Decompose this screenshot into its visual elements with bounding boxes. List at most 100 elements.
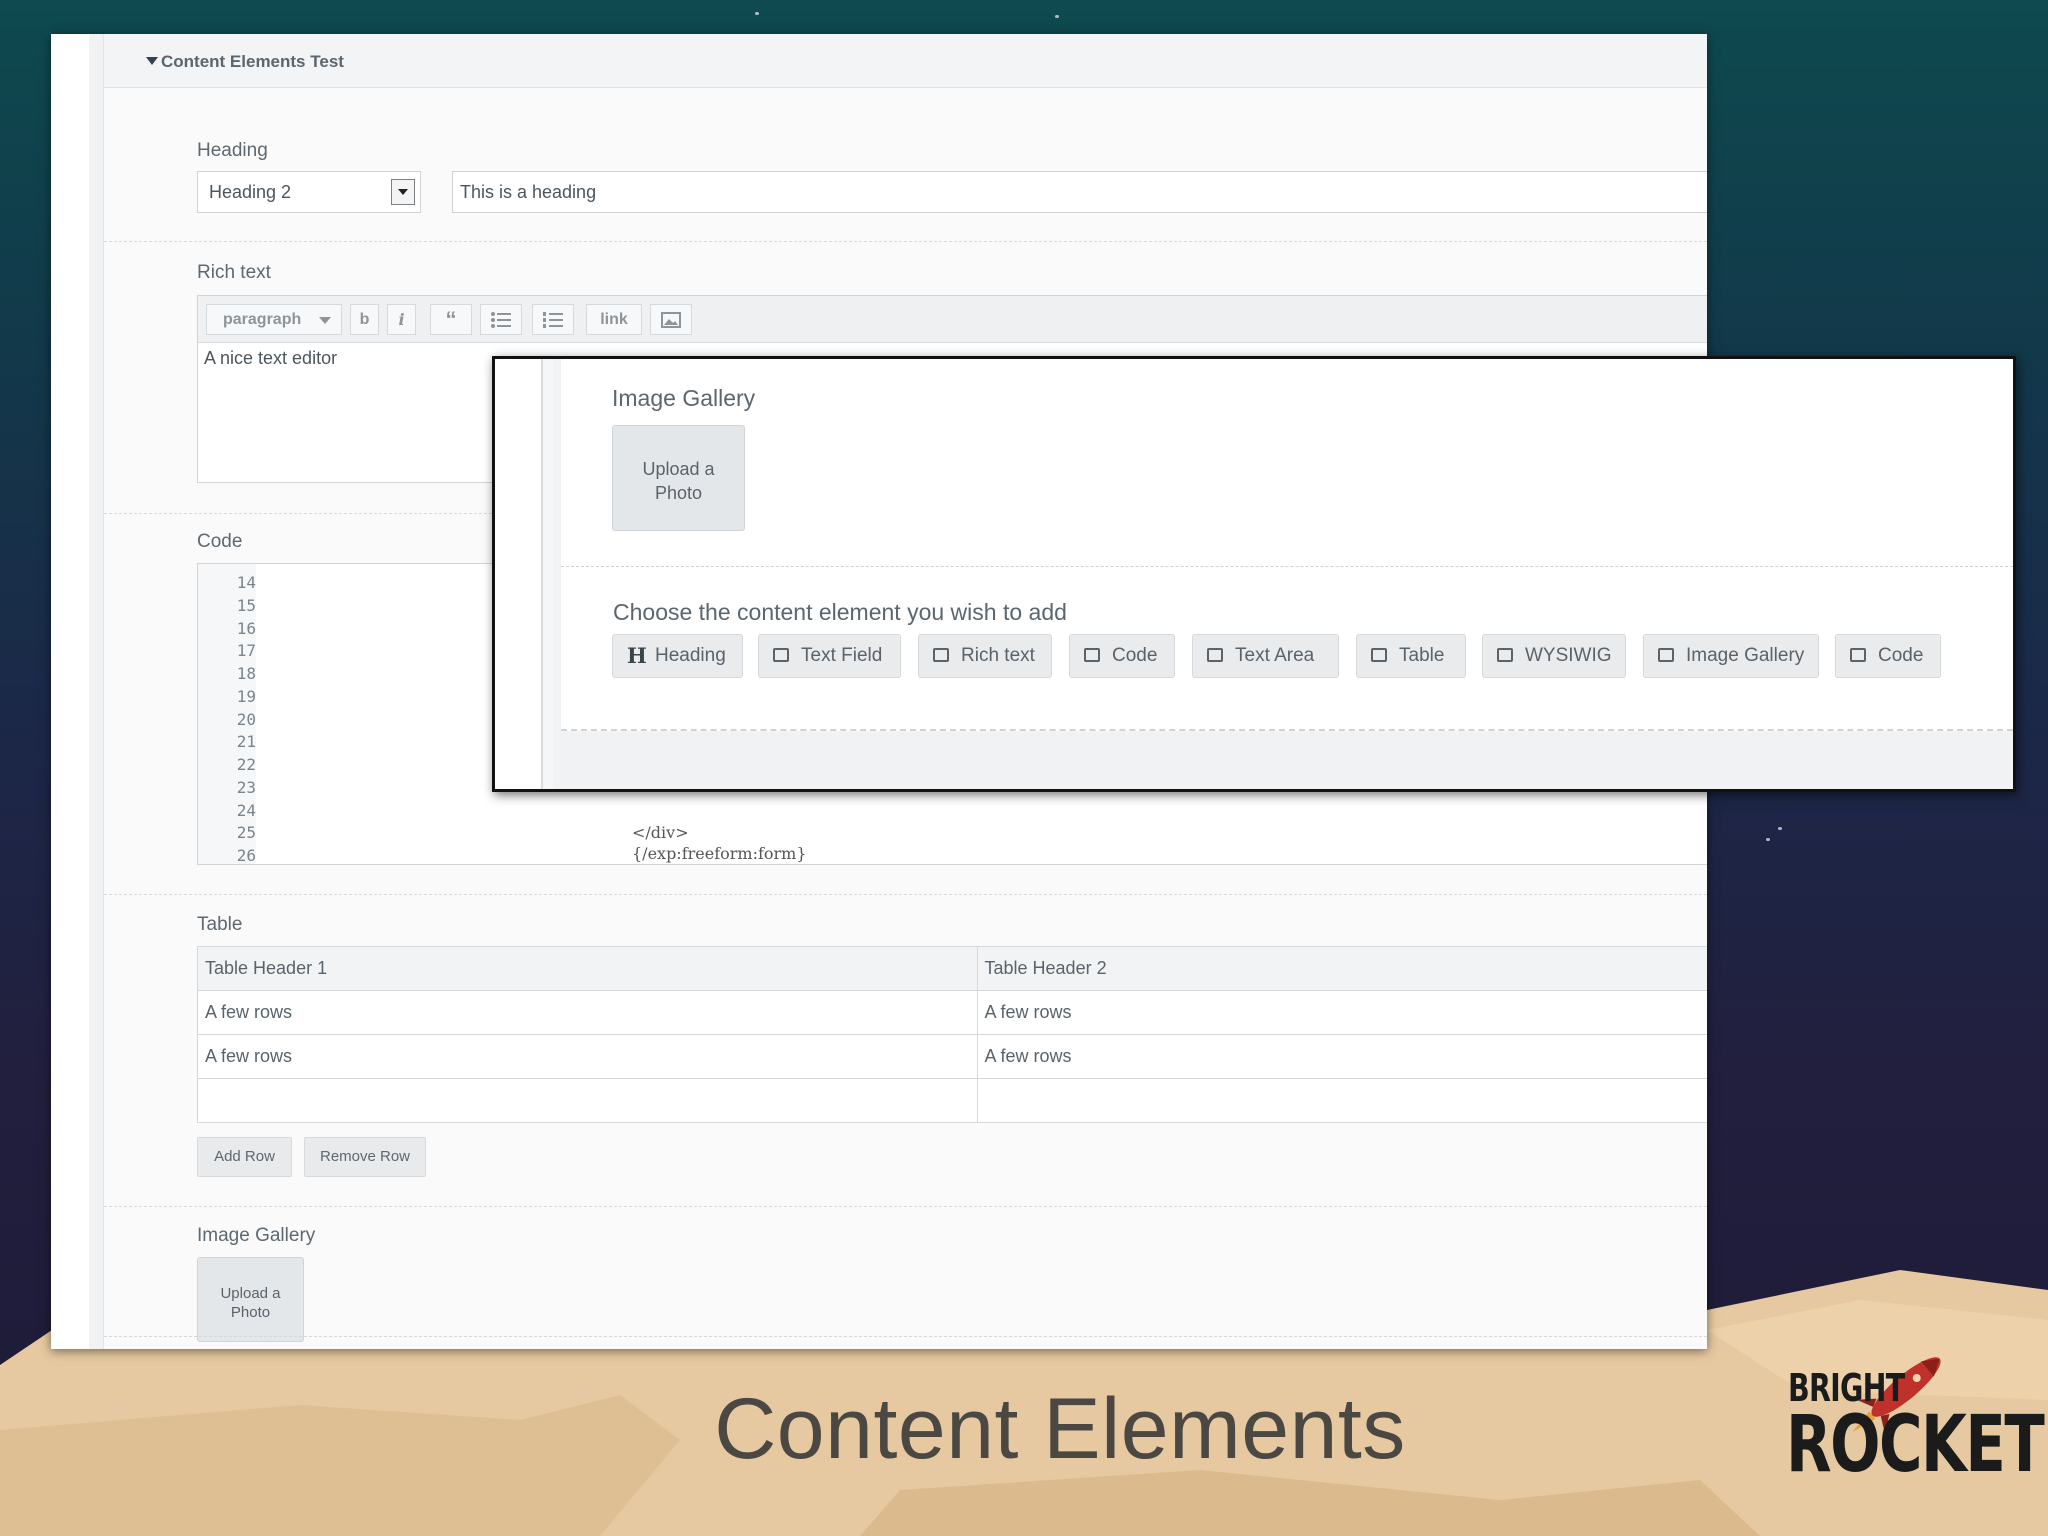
slide-title: Content Elements <box>714 1381 1406 1477</box>
table-icon <box>1371 648 1387 662</box>
remove-row-button[interactable]: Remove Row <box>304 1137 426 1177</box>
separator <box>561 566 2013 567</box>
add-table-button[interactable]: Table <box>1356 634 1466 678</box>
add-wysiwyg-button[interactable]: WYSIWIG <box>1482 634 1626 678</box>
numbered-list-button[interactable] <box>532 304 574 335</box>
wysiwyg-icon <box>1497 648 1513 662</box>
zoom-gutter <box>495 359 543 789</box>
heading-text-value: This is a heading <box>460 182 597 202</box>
italic-button[interactable]: i <box>387 304 416 335</box>
logo-text-rocket: ROCKET <box>1786 1400 2045 1490</box>
bullet-list-icon <box>491 312 511 328</box>
separator <box>104 1206 1707 1207</box>
link-label: link <box>600 311 628 328</box>
add-image-gallery-button[interactable]: Image Gallery <box>1643 634 1819 678</box>
format-dropdown[interactable]: paragraph <box>206 304 342 335</box>
rich-text-toolbar: paragraph b i “ link <box>198 296 1707 343</box>
add-wysiwyg-label: WYSIWIG <box>1525 645 1612 666</box>
quote-icon: “ <box>445 307 457 332</box>
add-code-label: Code <box>1878 645 1924 666</box>
table-cell[interactable]: A few rows <box>197 990 978 1035</box>
zoom-upload-photo-button[interactable]: Upload a Photo <box>612 425 745 531</box>
table-row <box>197 1078 1707 1123</box>
numbered-list-icon <box>543 312 563 328</box>
image-icon <box>661 312 681 328</box>
bold-icon: b <box>359 311 370 328</box>
add-text-area-label: Text Area <box>1235 645 1315 666</box>
table-cell[interactable]: A few rows <box>976 990 1707 1035</box>
upload-photo-button[interactable]: Upload a Photo <box>197 1257 304 1342</box>
add-text-field-label: Text Field <box>801 645 883 666</box>
table-cell[interactable] <box>976 1078 1707 1123</box>
heading-label: Heading <box>197 140 268 161</box>
line-number: 17 <box>236 641 256 660</box>
separator <box>104 241 1707 242</box>
bright-rocket-logo: BRIGHT ROCKET <box>1786 1332 2045 1492</box>
add-text-field-button[interactable]: Text Field <box>758 634 901 678</box>
chevron-down-icon <box>319 317 331 324</box>
code-icon <box>1850 648 1866 662</box>
heading-icon: H <box>627 643 647 668</box>
format-dropdown-value: paragraph <box>223 311 302 328</box>
table-header-cell[interactable]: Table Header 1 <box>197 946 978 991</box>
zoom-callout: Image Gallery Upload a Photo Choose the … <box>492 356 2016 792</box>
heading-level-value: Heading 2 <box>209 182 292 202</box>
code-label: Code <box>197 531 243 552</box>
line-number: 16 <box>236 619 256 638</box>
code-line: </div> <box>632 823 689 842</box>
upload-photo-label: Upload a <box>220 1285 281 1302</box>
line-number: 15 <box>236 596 256 615</box>
line-number: 25 <box>236 823 256 842</box>
line-number: 20 <box>236 710 256 729</box>
upload-photo-label: Photo <box>654 483 703 503</box>
heading-text-input[interactable]: This is a heading <box>452 171 1707 213</box>
table-row: A few rows A few rows <box>197 1034 1707 1079</box>
add-image-gallery-label: Image Gallery <box>1686 645 1805 666</box>
table-cell[interactable] <box>197 1078 978 1123</box>
add-code-button[interactable]: Code <box>1069 634 1175 678</box>
table-cell[interactable]: A few rows <box>197 1034 978 1079</box>
text-area-icon <box>1207 648 1223 662</box>
code-icon <box>1084 648 1100 662</box>
line-number: 23 <box>236 778 256 797</box>
bullet-list-button[interactable] <box>480 304 522 335</box>
heading-level-select[interactable]: Heading 2 <box>197 171 421 213</box>
rich-text-icon <box>933 648 949 662</box>
line-number: 18 <box>236 664 256 683</box>
add-heading-label: Heading <box>655 645 726 666</box>
table-label: Table <box>197 914 243 935</box>
add-row-button[interactable]: Add Row <box>197 1137 292 1177</box>
image-button[interactable] <box>650 304 692 335</box>
line-number: 24 <box>236 801 256 820</box>
rich-text-content[interactable]: A nice text editor <box>204 348 337 369</box>
add-rich-text-label: Rich text <box>961 645 1035 666</box>
add-rich-text-button[interactable]: Rich text <box>918 634 1052 678</box>
add-table-label: Table <box>1399 645 1445 666</box>
separator <box>104 1336 1707 1337</box>
upload-photo-label: Photo <box>230 1304 271 1321</box>
left-gutter-inner <box>89 34 104 1349</box>
add-code-label: Code <box>1112 645 1158 666</box>
section-title[interactable]: Content Elements Test <box>146 52 344 72</box>
table-cell[interactable]: A few rows <box>976 1034 1707 1079</box>
italic-icon: i <box>398 310 405 329</box>
link-button[interactable]: link <box>586 304 642 335</box>
separator <box>104 894 1707 895</box>
text-field-icon <box>773 648 789 662</box>
dropdown-arrow-icon[interactable] <box>391 179 415 205</box>
bold-button[interactable]: b <box>350 304 379 335</box>
rich-text-label: Rich text <box>197 262 271 283</box>
zoom-gallery-label: Image Gallery <box>612 385 756 411</box>
add-text-area-button[interactable]: Text Area <box>1192 634 1339 678</box>
table-header-cell[interactable]: Table Header 2 <box>976 946 1707 991</box>
section-header[interactable]: Content Elements Test <box>104 34 1707 88</box>
upload-photo-label: Upload a <box>642 459 715 479</box>
image-gallery-label: Image Gallery <box>197 1225 316 1246</box>
image-gallery-icon <box>1658 648 1674 662</box>
choose-element-label: Choose the content element you wish to a… <box>613 599 1067 625</box>
add-code-button[interactable]: Code <box>1835 634 1941 678</box>
line-number: 26 <box>236 846 256 865</box>
blockquote-button[interactable]: “ <box>430 304 472 335</box>
add-heading-button[interactable]: H Heading <box>612 634 743 678</box>
zoom-gutter-inner <box>543 359 553 789</box>
